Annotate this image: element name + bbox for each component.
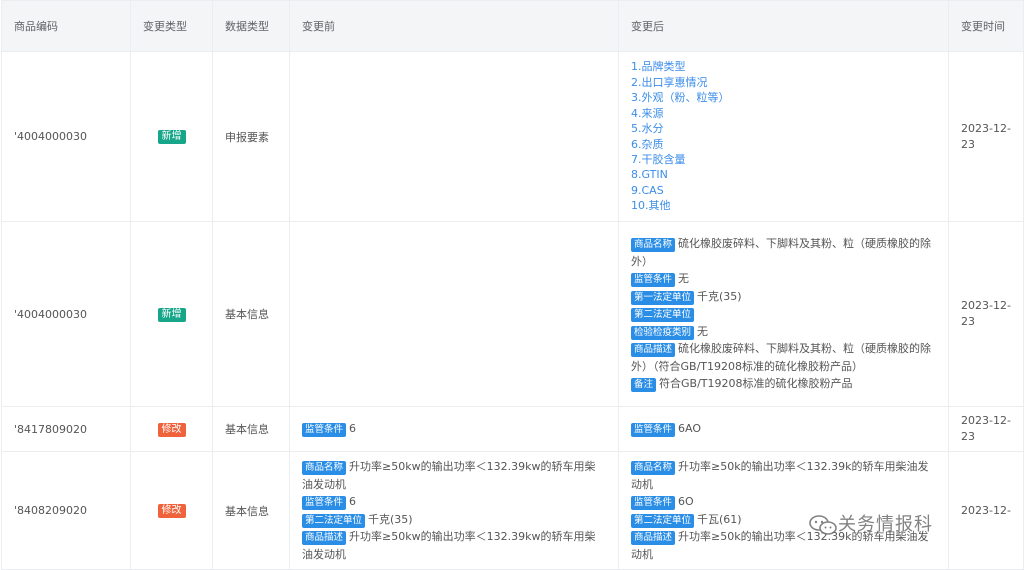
field-line: 检验检疫类别无: [631, 323, 936, 341]
field-value: 符合GB/T19208标准的硫化橡胶粉产品: [659, 377, 853, 391]
field-line: 商品名称 升功率≥50kw的输出功率＜132.39kw的轿车用柴油发动机: [302, 458, 606, 493]
field-line: 第二法定单位 千克(35): [302, 511, 606, 529]
watermark-text: 关务情报科: [838, 514, 933, 535]
cell-before: [289, 221, 619, 407]
table-row: '4004000030 新增 基本信息 商品名称 硫化橡胶废碎料、下脚料及其粉、粒…: [1, 221, 1024, 407]
cell-time: 2023-12-23: [948, 221, 1024, 407]
field-value: 6AO: [678, 422, 702, 436]
cell-before: 监管条件 6: [289, 406, 619, 452]
field-label: 第一法定单位: [631, 290, 695, 305]
field-label: 商品描述: [631, 531, 676, 545]
cell-code: '8417809020: [1, 406, 131, 452]
field-line: 监管条件 6: [302, 493, 606, 511]
change-type-badge: 新增: [157, 307, 186, 322]
field-label: 商品描述: [631, 343, 676, 358]
field-value: 无: [697, 324, 709, 338]
cell-before: [289, 51, 619, 222]
field-list: 监管条件 6AO: [631, 420, 936, 438]
cell-data-type: 基本信息: [212, 406, 290, 452]
field-label: 商品名称: [631, 238, 676, 253]
cell-code: '4004000030: [1, 221, 131, 407]
field-value: 硫化橡胶废碎料、下脚料及其粉、粒（硬质橡胶的除外）（符合GB/T19208标准的…: [631, 342, 932, 373]
declaration-element-item: 5.水分: [631, 122, 664, 136]
declaration-element-item: 4.来源: [631, 106, 664, 120]
field-value: 升功率≥50kw的输出功率＜132.39kw的轿车用柴油发动机: [302, 530, 596, 561]
field-label: 监管条件: [302, 496, 347, 510]
field-label: 商品名称: [302, 461, 347, 475]
header-data-type: 数据类型: [212, 0, 290, 52]
declaration-element-item: 2.出口享惠情况: [631, 75, 708, 89]
cell-after: 商品名称 硫化橡胶废碎料、下脚料及其粉、粒（硬质橡胶的除外） 监管条件无第一法定单位…: [618, 221, 949, 407]
field-label: 监管条件: [631, 423, 676, 438]
cell-after: 监管条件 6AO: [618, 406, 949, 452]
cell-data-type: 申报要素: [212, 51, 290, 222]
field-label: 监管条件: [631, 273, 676, 288]
header-time: 变更时间: [948, 0, 1024, 52]
declaration-element-item: 10.其他: [631, 199, 671, 213]
change-type-badge: 修改: [157, 422, 186, 437]
cell-time: 2023-12-23: [948, 51, 1024, 222]
change-table: 商品编码 变更类型 数据类型 变更前 变更后 变更时间 '4004000030 …: [1, 0, 1024, 570]
cell-data-type: 基本信息: [212, 221, 290, 407]
header-change-type: 变更类型: [130, 0, 213, 52]
declaration-element-item: 9.CAS: [631, 183, 664, 197]
field-value: 升功率≥50k的输出功率＜132.39k的轿车用柴油发动机: [631, 460, 929, 491]
field-line: 监管条件 6O: [631, 493, 936, 511]
field-value: 6O: [678, 495, 694, 508]
field-value: 千克(35): [368, 512, 413, 526]
table-header-row: 商品编码 变更类型 数据类型 变更前 变更后 变更时间: [1, 0, 1024, 52]
field-label: 第二法定单位: [631, 513, 695, 528]
field-label: 第二法定单位: [302, 513, 366, 528]
field-value: 千瓦(61): [697, 512, 742, 526]
declaration-elements-list: 1.品牌类型 2.出口享惠情况 3.外观（粉、粒等） 4.来源 5.水分 6.杂质 7.干胶…: [631, 59, 936, 213]
cell-data-type: 基本信息: [212, 451, 290, 570]
declaration-element-item: 1.品牌类型: [631, 60, 686, 74]
header-before: 变更前: [289, 0, 619, 52]
field-line: 监管条件 6AO: [631, 420, 936, 438]
header-after: 变更后: [618, 0, 949, 52]
field-line: 监管条件无: [631, 270, 936, 288]
field-label: 第二法定单位: [631, 308, 695, 323]
field-value: 升功率≥50kw的输出功率＜132.39kw的轿车用柴油发动机: [302, 460, 596, 491]
field-value: 千克(35): [697, 289, 742, 303]
field-line: 第一法定单位 千克(35): [631, 288, 936, 306]
cell-time: 2023-12-: [948, 451, 1024, 570]
field-value: 6: [349, 495, 357, 508]
cell-before: 商品名称 升功率≥50kw的输出功率＜132.39kw的轿车用柴油发动机 监管条件 6…: [289, 451, 619, 570]
field-label: 备注: [631, 378, 657, 393]
field-line: 第二法定单位: [631, 305, 936, 323]
cell-time: 2023-12-23: [948, 406, 1024, 452]
declaration-element-item: 3.外观（粉、粒等）: [631, 91, 730, 105]
field-line: 商品名称 硫化橡胶废碎料、下脚料及其粉、粒（硬质橡胶的除外）: [631, 235, 936, 270]
field-value: 6: [349, 422, 357, 436]
field-label: 检验检疫类别: [631, 325, 695, 340]
field-line: 监管条件 6: [302, 420, 606, 438]
field-line: 商品名称 升功率≥50k的输出功率＜132.39k的轿车用柴油发动机: [631, 458, 936, 493]
declaration-element-item: 8.GTIN: [631, 168, 668, 182]
field-line: 商品描述 升功率≥50kw的输出功率＜132.39kw的轿车用柴油发动机: [302, 528, 606, 563]
field-label: 商品描述: [302, 531, 347, 545]
field-label: 监管条件: [302, 423, 347, 438]
field-line: 商品描述 硫化橡胶废碎料、下脚料及其粉、粒（硬质橡胶的除外）（符合GB/T1920…: [631, 340, 936, 375]
cell-code: '4004000030: [1, 51, 131, 222]
change-type-badge: 修改: [157, 504, 186, 518]
field-list: 商品名称 升功率≥50kw的输出功率＜132.39kw的轿车用柴油发动机 监管条件 6…: [302, 458, 606, 563]
field-label: 商品名称: [631, 461, 676, 475]
field-value: 无: [678, 272, 690, 286]
declaration-element-item: 6.杂质: [631, 137, 664, 151]
table-row: '4004000030 新增 申报要素 1.品牌类型 2.出口享惠情况 3.外观（粉…: [1, 51, 1024, 222]
field-list: 商品名称 硫化橡胶废碎料、下脚料及其粉、粒（硬质橡胶的除外） 监管条件无第一法定单位…: [631, 235, 936, 393]
declaration-element-item: 7.干胶含量: [631, 152, 686, 166]
field-label: 监管条件: [631, 496, 676, 510]
field-line: 备注 符合GB/T19208标准的硫化橡胶粉产品: [631, 375, 936, 393]
table-row: '8417809020 修改 基本信息 监管条件 6 监管条件 6AO 2023-1…: [1, 406, 1024, 452]
change-type-badge: 新增: [157, 130, 186, 144]
header-code: 商品编码: [1, 0, 131, 52]
field-list: 监管条件 6: [302, 420, 606, 438]
cell-after: 1.品牌类型 2.出口享惠情况 3.外观（粉、粒等） 4.来源 5.水分 6.杂质 7.干胶…: [618, 51, 949, 222]
watermark: 关务情报科: [808, 510, 933, 536]
cell-code: '8408209020: [1, 451, 131, 570]
field-value: 硫化橡胶废碎料、下脚料及其粉、粒（硬质橡胶的除外）: [631, 237, 932, 268]
wechat-icon: [808, 514, 838, 536]
